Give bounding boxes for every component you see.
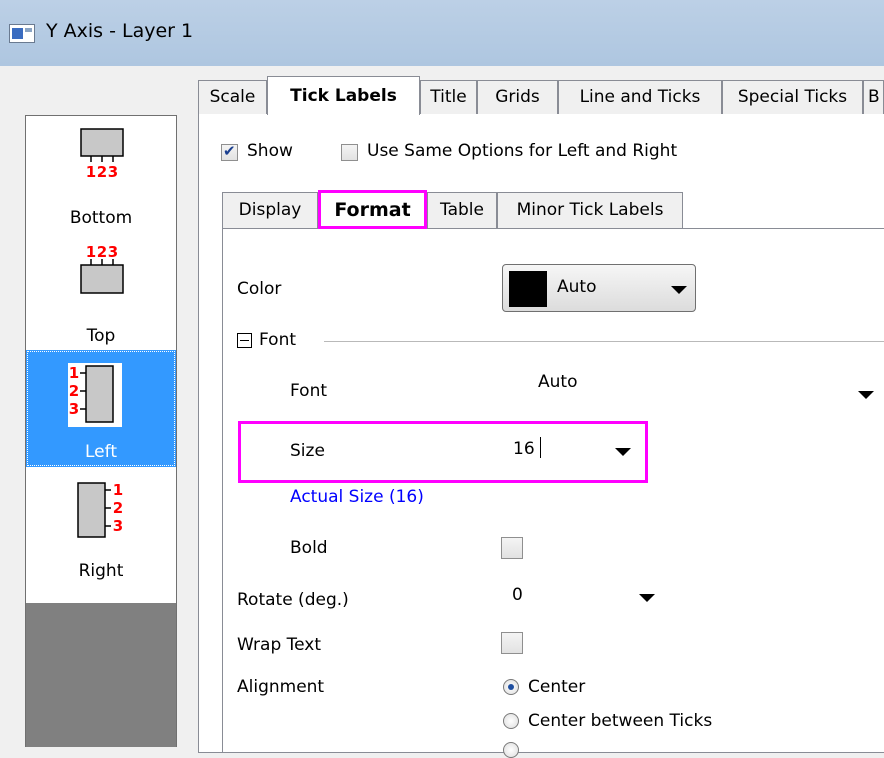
chevron-down-icon (858, 391, 874, 399)
svg-text:1: 1 (113, 481, 123, 499)
show-label: Show (247, 141, 293, 161)
tab-line-and-ticks[interactable]: Line and Ticks (558, 80, 722, 114)
color-swatch (509, 271, 547, 307)
alignment-center-label: Center (528, 677, 586, 697)
svg-text:3: 3 (69, 400, 79, 418)
sidebar-item-left[interactable]: 1 2 3 Left (26, 350, 176, 467)
subtab-table[interactable]: Table (427, 192, 497, 228)
text-cursor (540, 437, 541, 458)
tab-special-ticks[interactable]: Special Ticks (722, 80, 863, 114)
show-checkbox[interactable] (221, 142, 238, 161)
alignment-label: Alignment (237, 677, 325, 697)
chevron-down-icon (615, 448, 631, 456)
bottom-axis-icon: 1 2 3 (80, 128, 124, 180)
actual-size-text: Actual Size (16) (290, 487, 424, 507)
sidebar-item-label: Right (78, 561, 124, 581)
svg-text:3: 3 (108, 163, 118, 180)
tab-grids[interactable]: Grids (477, 80, 558, 114)
font-group-label: Font (259, 330, 297, 350)
svg-text:3: 3 (108, 243, 118, 261)
rotate-dropdown[interactable]: 0 (500, 578, 664, 614)
font-value: Auto (538, 372, 578, 392)
sidebar-item-label: Top (86, 326, 116, 346)
svg-text:2: 2 (97, 243, 107, 261)
top-axis-icon: 1 2 3 (80, 243, 124, 294)
size-value: 16 (513, 439, 535, 459)
subtab-format[interactable]: Format (318, 190, 427, 229)
rotate-value: 0 (512, 585, 523, 605)
sidebar-item-right[interactable]: 1 2 3 Right (26, 467, 176, 584)
svg-text:1: 1 (86, 163, 96, 180)
svg-text:1: 1 (69, 364, 79, 382)
subtab-minor-tick-labels[interactable]: Minor Tick Labels (497, 192, 683, 228)
same-options-checkbox[interactable] (341, 144, 358, 161)
svg-text:3: 3 (113, 517, 123, 535)
subtab-display[interactable]: Display (222, 192, 318, 228)
rotate-label: Rotate (deg.) (237, 590, 349, 610)
font-label: Font (290, 381, 328, 401)
axis-list: 1 2 3 Bottom 1 2 3 Top 1 2 3 Left 1 2 3 … (26, 116, 176, 603)
chevron-down-icon (639, 594, 655, 602)
sidebar-item-bottom[interactable]: 1 2 3 Bottom (26, 116, 176, 233)
alignment-between-ticks-radio[interactable] (503, 713, 519, 729)
font-dropdown[interactable]: Auto (500, 364, 884, 414)
left-axis-icon: 1 2 3 (68, 363, 122, 427)
color-label: Color (237, 279, 282, 299)
sidebar-item-top[interactable]: 1 2 3 Top (26, 233, 176, 350)
sidebar-item-label: Bottom (69, 208, 133, 228)
window-title: Y Axis - Layer 1 (46, 20, 194, 42)
size-label: Size (290, 441, 325, 461)
right-axis-icon: 1 2 3 (77, 481, 123, 538)
same-options-label: Use Same Options for Left and Right (367, 141, 678, 161)
tab-title[interactable]: Title (420, 80, 477, 114)
tab-tick-labels[interactable]: Tick Labels (267, 76, 420, 115)
color-dropdown[interactable]: Auto (502, 264, 696, 312)
sidebar-item-label: Left (85, 442, 117, 462)
window-app-icon (9, 24, 35, 43)
size-combobox[interactable]: 16 (500, 432, 640, 470)
color-value: Auto (557, 277, 597, 297)
svg-text:2: 2 (113, 499, 123, 517)
axis-tabs: Scale Tick Labels Title Grids Line and T… (198, 76, 884, 115)
wrap-text-checkbox[interactable] (501, 632, 523, 654)
tab-overflow[interactable]: B (863, 80, 884, 114)
svg-text:1: 1 (86, 243, 96, 261)
axis-selector-panel: 1 2 3 Bottom 1 2 3 Top 1 2 3 Left 1 2 3 … (25, 115, 177, 747)
title-bar: Y Axis - Layer 1 (0, 0, 884, 66)
tab-scale[interactable]: Scale (198, 80, 267, 114)
wrap-text-label: Wrap Text (237, 635, 322, 655)
svg-text:2: 2 (97, 163, 107, 180)
alignment-center-radio[interactable] (503, 679, 519, 695)
bold-label: Bold (290, 538, 328, 558)
bold-checkbox[interactable] (501, 537, 523, 559)
svg-text:2: 2 (69, 382, 79, 400)
chevron-down-icon (671, 286, 687, 294)
alignment-option-radio[interactable] (503, 742, 519, 758)
collapse-icon[interactable] (237, 333, 252, 348)
font-group-divider (324, 341, 884, 342)
alignment-between-ticks-label: Center between Ticks (528, 711, 713, 731)
